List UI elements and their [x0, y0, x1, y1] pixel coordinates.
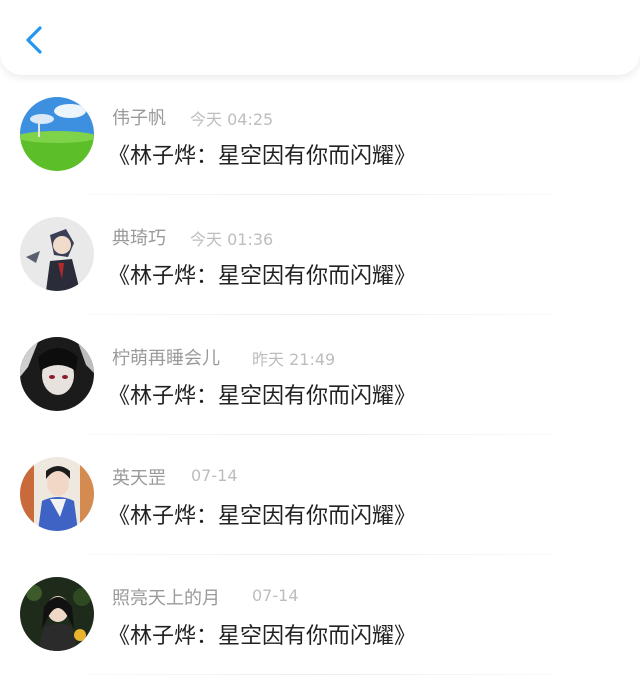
- commenter-name[interactable]: 伟子帆: [112, 104, 166, 130]
- comment-item[interactable]: 柠萌再睡会儿 昨天 21:49 《林子烨：星空因有你而闪耀》: [0, 315, 640, 435]
- avatar[interactable]: [20, 97, 94, 171]
- comment-time: 07-14: [191, 466, 238, 485]
- commenter-name[interactable]: 照亮天上的月: [112, 584, 220, 610]
- divider: [88, 674, 552, 675]
- avatar[interactable]: [20, 577, 94, 651]
- comment-text: 《林子烨：星空因有你而闪耀》: [108, 264, 417, 289]
- commenter-name[interactable]: 英天罡: [112, 464, 166, 490]
- avatar[interactable]: [20, 337, 94, 411]
- comment-text: 《林子烨：星空因有你而闪耀》: [108, 144, 417, 169]
- comment-item[interactable]: 伟子帆 今天 04:25 《林子烨：星空因有你而闪耀》: [0, 75, 640, 195]
- back-button[interactable]: [18, 22, 52, 58]
- comment-text: 《林子烨：星空因有你而闪耀》: [108, 624, 417, 649]
- commenter-name[interactable]: 典琦巧: [112, 224, 166, 250]
- comment-text: 《林子烨：星空因有你而闪耀》: [108, 384, 417, 409]
- avatar[interactable]: [20, 217, 94, 291]
- comment-time: 今天 04:25: [190, 110, 274, 129]
- comment-item[interactable]: 照亮天上的月 07-14 《林子烨：星空因有你而闪耀》: [0, 555, 640, 675]
- comment-item[interactable]: 英天罡 07-14 《林子烨：星空因有你而闪耀》: [0, 435, 640, 555]
- commenter-name[interactable]: 柠萌再睡会儿: [112, 344, 220, 370]
- avatar[interactable]: [20, 457, 94, 531]
- chevron-left-icon: [26, 26, 42, 54]
- comment-time: 07-14: [252, 586, 299, 605]
- comment-time: 今天 01:36: [190, 230, 274, 249]
- comment-time: 昨天 21:49: [252, 350, 336, 369]
- top-bar: [0, 0, 640, 75]
- comment-item[interactable]: 典琦巧 今天 01:36 《林子烨：星空因有你而闪耀》: [0, 195, 640, 315]
- comment-text: 《林子烨：星空因有你而闪耀》: [108, 504, 417, 529]
- comment-list: 伟子帆 今天 04:25 《林子烨：星空因有你而闪耀》 典琦巧 今天 01:36…: [0, 75, 640, 675]
